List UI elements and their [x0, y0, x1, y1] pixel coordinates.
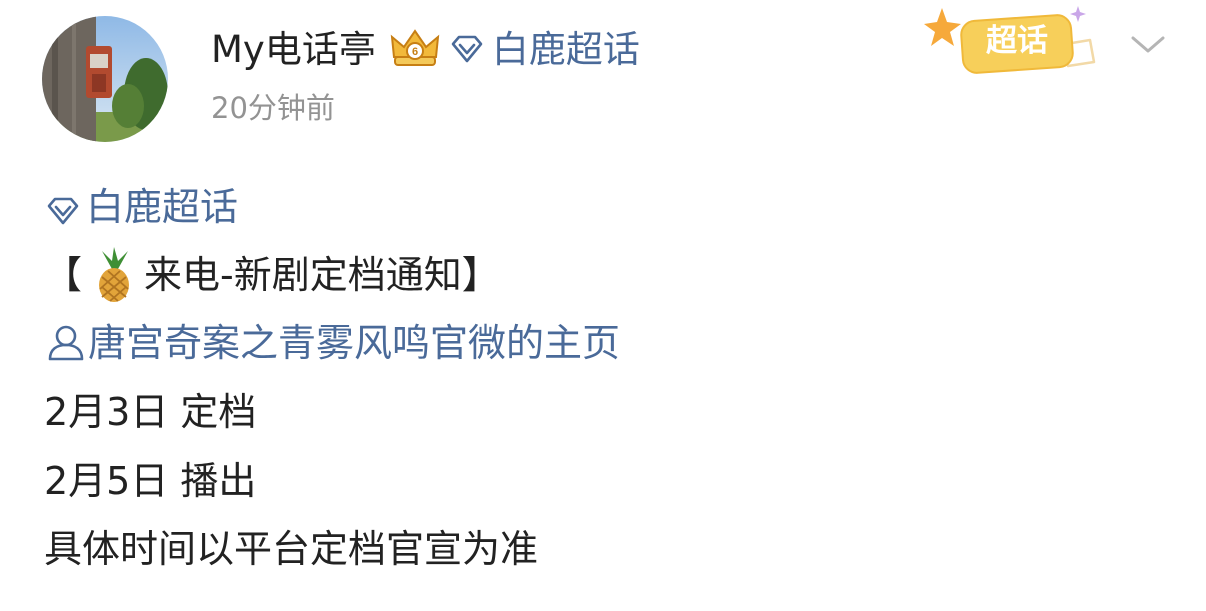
diamond-icon — [450, 32, 484, 66]
author-name[interactable]: My电话亭 — [211, 31, 376, 68]
avatar[interactable] — [42, 16, 168, 142]
account-link[interactable]: 唐宫奇案之青雾风鸣官微的主页 — [44, 318, 620, 368]
chevron-down-icon[interactable] — [1127, 30, 1169, 58]
supertopic-tag-label: 白鹿超话 — [86, 185, 239, 229]
supertopic-tag[interactable]: 白鹿超话 — [44, 182, 238, 232]
post-time: 20分钟前 — [211, 91, 335, 125]
title-open-bracket: 【 — [44, 253, 83, 297]
post-line: 2月3日 定档 — [44, 390, 257, 434]
post-line: 2月5日 播出 — [44, 459, 257, 503]
post-title-text: 来电-新剧定档通知 — [144, 253, 462, 297]
person-icon — [44, 324, 88, 362]
supertopic-label: 白鹿超话 — [491, 27, 640, 71]
title-close-bracket: 】 — [461, 253, 500, 297]
chaohua-badge[interactable]: 超话 — [918, 0, 1108, 86]
svg-text:6: 6 — [412, 46, 418, 58]
chaohua-badge-label: 超话 — [986, 23, 1048, 59]
pineapple-icon — [88, 247, 140, 303]
diamond-icon — [44, 190, 86, 225]
post-line: 具体时间以平台定档官宣为准 — [44, 527, 539, 571]
crown-badge-icon[interactable]: 6 — [388, 27, 442, 71]
account-link-label: 唐宫奇案之青雾风鸣官微的主页 — [88, 321, 621, 365]
supertopic-link[interactable]: 白鹿超话 — [450, 31, 640, 68]
post-title: 【 来电-新剧定档通知 】 — [44, 247, 500, 303]
